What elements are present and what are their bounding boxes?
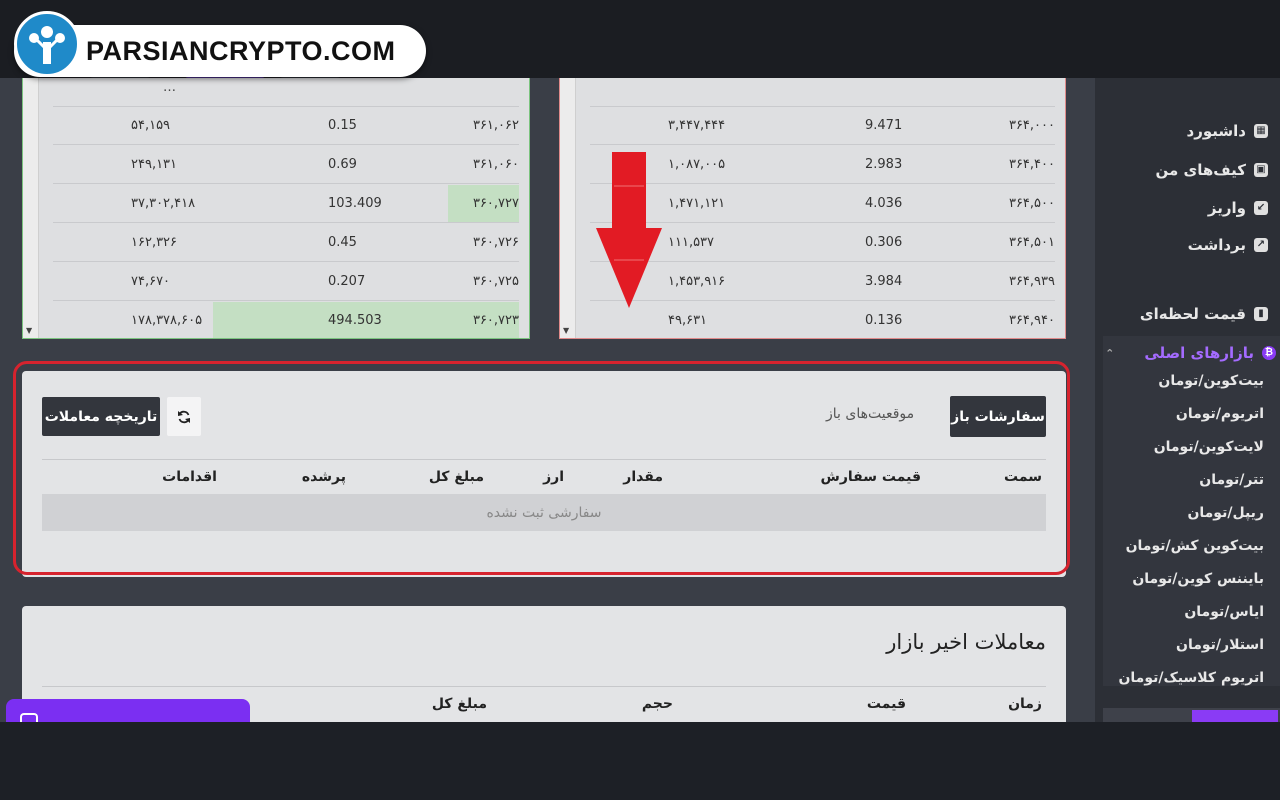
- cell-price: ۳۶۴,۹۴۰: [1008, 313, 1055, 328]
- sidebar-item-label: کیف‌های من: [1155, 161, 1247, 179]
- sidebar-item-dashboard[interactable]: ▦ داشبورد: [1187, 116, 1268, 146]
- scroll-down-icon[interactable]: ▼: [563, 326, 569, 335]
- cell-price: ۳۶۴,۴۰۰: [1008, 157, 1055, 172]
- cell-amount: 3.984: [865, 274, 903, 289]
- app-viewport: ▼ … ۵۴,۱۵۹ 0.15 ۳۶۱,۰۶۲ ۲۴۹,۱۳۱ 0.69 ۳۶۱,۰۶۰ ۳…: [0, 0, 1280, 722]
- order-row: …: [53, 78, 519, 107]
- cell-total: ۴۹,۶۳۱: [668, 313, 708, 328]
- sidebar-item-label: برداشت: [1187, 236, 1246, 254]
- sidebar-market-item[interactable]: استلار/تومان: [1176, 637, 1264, 653]
- highlight-frame: [13, 361, 1070, 575]
- cell-price: ۳۶۰,۷۲۷: [472, 196, 519, 211]
- scroll-down-icon[interactable]: ▼: [26, 326, 32, 335]
- cell-total: ۱,۰۸۷,۰۰۵: [668, 157, 726, 172]
- cell-price: ۳۶۴,۵۰۰: [1008, 196, 1055, 211]
- sidebar-tab-active[interactable]: [1192, 710, 1278, 722]
- sidebar-bottom-tabs[interactable]: [1103, 708, 1280, 722]
- chevron-up-icon[interactable]: ⌃: [1105, 347, 1114, 360]
- sidebar-item-main-markets[interactable]: ₿ بازارهای اصلی ⌃: [1105, 338, 1276, 368]
- order-row[interactable]: ۱۶۲,۳۲۶ 0.45 ۳۶۰,۷۲۶: [53, 224, 519, 262]
- cell-price: ۳۶۱,۰۶۲: [472, 118, 519, 133]
- cell-price: ۳۶۴,۹۳۹: [1008, 274, 1055, 289]
- withdraw-icon: ↗: [1254, 238, 1268, 252]
- col-price: قیمت: [866, 696, 906, 712]
- sidebar-item-deposit[interactable]: ↙ واریز: [1208, 193, 1268, 223]
- order-row[interactable]: ۲۴۹,۱۳۱ 0.69 ۳۶۱,۰۶۰: [53, 146, 519, 184]
- coin-icon: ₿: [1262, 346, 1276, 360]
- cell-price: ۳۶۴,۵۰۱: [1008, 235, 1055, 250]
- bottom-frame: [0, 722, 1280, 800]
- cell-total: ۳۷,۳۰۲,۴۱۸: [131, 196, 196, 211]
- watermark-logo: PARSIANCRYPTO.COM: [14, 11, 426, 77]
- cell-amount: 0.207: [328, 274, 366, 289]
- cell-price: ۳۶۰,۷۲۶: [472, 235, 519, 250]
- sidebar-item-label: واریز: [1207, 199, 1246, 217]
- cell-price: ۳۶۱,۰۶۰: [472, 157, 519, 172]
- down-arrow-annotation: [596, 152, 662, 308]
- sidebar-item-live-price[interactable]: ▮ قیمت لحظه‌ای: [1140, 299, 1268, 329]
- sidebar: ▦ داشبورد ▣ کیف‌های من ↙ واریز ↗ برداشت …: [1095, 78, 1280, 722]
- cell-amount: 4.036: [865, 196, 903, 211]
- sidebar-item-wallets[interactable]: ▣ کیف‌های من: [1155, 155, 1268, 185]
- col-total: مبلغ کل: [431, 696, 487, 712]
- sidebar-market-item[interactable]: لایت‌کوین/تومان: [1154, 439, 1264, 455]
- dashboard-icon: ▦: [1254, 124, 1268, 138]
- chat-icon: [20, 713, 38, 722]
- cell-total: ۳,۴۴۷,۴۴۴: [668, 118, 726, 133]
- logo-icon: [14, 11, 80, 77]
- wallet-icon: ▣: [1254, 163, 1268, 177]
- cell-amount: 494.503: [328, 313, 382, 328]
- sidebar-market-item[interactable]: بیت‌کوین/تومان: [1158, 373, 1264, 389]
- markets-submenu: ₿ بازارهای اصلی ⌃ بیت‌کوین/تومان اتریوم/ت…: [1103, 336, 1280, 686]
- chart-bars-icon: ▮: [1254, 307, 1268, 321]
- col-time: زمان: [1008, 696, 1042, 712]
- cell-amount: 0.45: [328, 235, 357, 250]
- col-volume: حجم: [641, 696, 673, 712]
- cell-total: ۲۴۹,۱۳۱: [131, 157, 178, 172]
- sidebar-item-withdraw[interactable]: ↗ برداشت: [1188, 230, 1268, 260]
- chat-widget[interactable]: [6, 699, 250, 722]
- cell-total: ۱۱۱,۵۳۷: [668, 235, 715, 250]
- cell-amount: 0.306: [865, 235, 903, 250]
- order-row[interactable]: ۳۷,۳۰۲,۴۱۸ 103.409 ۳۶۰,۷۲۷: [53, 185, 519, 223]
- sidebar-market-item[interactable]: اتریوم/تومان: [1176, 406, 1264, 422]
- recent-trades-title: معاملات اخیر بازار: [886, 630, 1046, 654]
- cell-total: ۱,۴۷۱,۱۲۱: [668, 196, 726, 211]
- cell-price: ۳۶۴,۰۰۰: [1008, 118, 1055, 133]
- cell-amount: 0.15: [328, 118, 357, 133]
- order-row[interactable]: ۱۷۸,۳۷۸,۶۰۵ 494.503 ۳۶۰,۷۲۳: [53, 302, 519, 338]
- cell-amount: 9.471: [865, 118, 903, 133]
- cell-amount: 2.983: [865, 157, 903, 172]
- cell-amount: 103.409: [328, 196, 382, 211]
- sidebar-item-label: بازارهای اصلی: [1144, 344, 1254, 362]
- sidebar-item-label: قیمت لحظه‌ای: [1139, 305, 1246, 323]
- sidebar-market-item[interactable]: بایننس کوین/تومان: [1132, 571, 1264, 587]
- sidebar-market-item[interactable]: بیت‌کوین کش/تومان: [1126, 538, 1264, 554]
- order-row[interactable]: ۷۴,۶۷۰ 0.207 ۳۶۰,۷۲۵: [53, 263, 519, 301]
- sidebar-market-item[interactable]: ایاس/تومان: [1184, 604, 1264, 620]
- scrollbar[interactable]: ▼: [560, 78, 576, 338]
- cell-price: ۳۶۰,۷۲۳: [472, 313, 519, 328]
- cell-total: ۵۴,۱۵۹: [131, 118, 171, 133]
- order-row[interactable]: ۳,۴۴۷,۴۴۴ 9.471 ۳۶۴,۰۰۰: [590, 107, 1055, 145]
- sidebar-market-item[interactable]: ریپل/تومان: [1187, 505, 1264, 521]
- sidebar-market-item[interactable]: تتر/تومان: [1199, 472, 1264, 488]
- watermark-text: PARSIANCRYPTO.COM: [86, 35, 396, 66]
- order-row: [590, 78, 1055, 107]
- deposit-icon: ↙: [1254, 201, 1268, 215]
- cell-price: ۳۶۰,۷۲۵: [472, 274, 519, 289]
- cell-total: ۱۷۸,۳۷۸,۶۰۵: [131, 313, 203, 328]
- cell-total: ۱۶۲,۳۲۶: [131, 235, 178, 250]
- sidebar-market-item[interactable]: اتریوم کلاسیک/تومان: [1118, 670, 1264, 686]
- cell-amount: 0.69: [328, 157, 357, 172]
- order-row[interactable]: ۵۴,۱۵۹ 0.15 ۳۶۱,۰۶۲: [53, 107, 519, 145]
- cell-total: ۷۴,۶۷۰: [131, 274, 171, 289]
- sidebar-item-label: داشبورد: [1186, 122, 1246, 140]
- order-book-buy: ▼ … ۵۴,۱۵۹ 0.15 ۳۶۱,۰۶۲ ۲۴۹,۱۳۱ 0.69 ۳۶۱,۰۶۰ ۳…: [22, 78, 530, 339]
- cell-total: ۱,۴۵۳,۹۱۶: [668, 274, 726, 289]
- cell-amount: 0.136: [865, 313, 903, 328]
- scrollbar[interactable]: ▼: [23, 78, 39, 338]
